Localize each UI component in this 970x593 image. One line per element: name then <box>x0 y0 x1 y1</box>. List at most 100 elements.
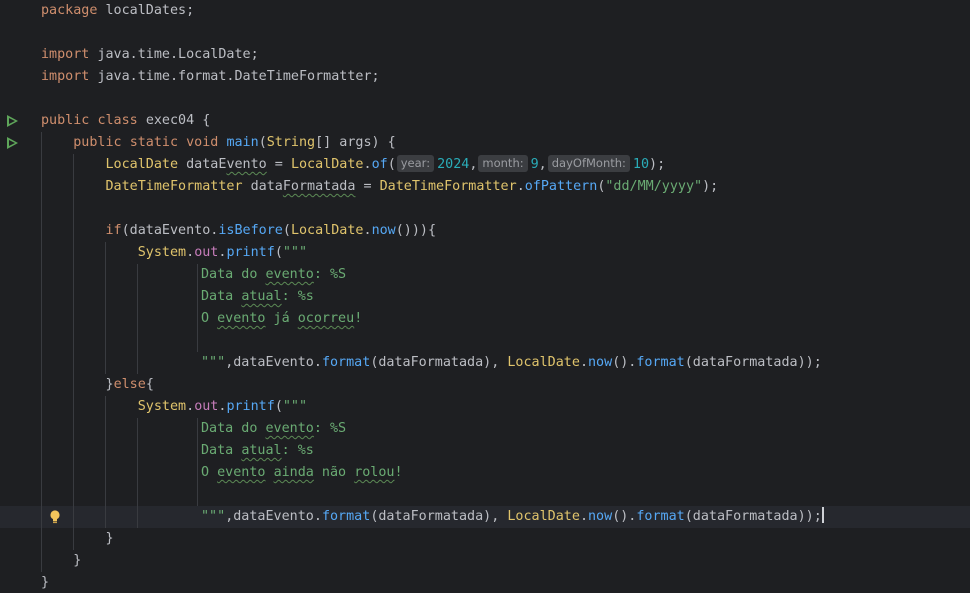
typo-underline: ocorreu <box>297 311 355 326</box>
expression: ,dataEvento. <box>225 509 322 524</box>
code-line[interactable]: } <box>41 572 49 593</box>
expression: (dataEvento. <box>121 223 219 238</box>
dot: . <box>363 157 372 172</box>
string-text: Data <box>201 443 242 458</box>
field-ref: out <box>194 399 219 414</box>
code-editor[interactable]: package localDates; import java.time.Loc… <box>0 0 970 593</box>
code-line[interactable]: } <box>41 550 81 572</box>
variable-name: data <box>250 179 283 194</box>
lightbulb-icon[interactable] <box>50 510 60 524</box>
code-line[interactable]: Data atual: %s <box>201 286 314 308</box>
code-line[interactable]: LocalDate dataEvento = LocalDate.of(year… <box>41 154 665 176</box>
dot: . <box>186 245 195 260</box>
code-line[interactable]: """,dataEvento.format(dataFormatada), Lo… <box>201 506 824 528</box>
indent-guide <box>137 264 138 374</box>
parameter-hint: year: <box>396 155 435 172</box>
method-call: format <box>321 355 371 370</box>
code-line[interactable]: import java.time.format.DateTimeFormatte… <box>41 66 380 88</box>
string-literal: "dd/MM/yyyy" <box>605 179 703 194</box>
dot: . <box>579 355 588 370</box>
typo-underline: atual <box>241 289 282 304</box>
operator: = <box>266 157 291 172</box>
string-literal: """ <box>201 355 226 370</box>
import-path: java.time.format.DateTimeFormatter; <box>97 69 380 84</box>
parameter-hint: dayOfMonth: <box>547 155 630 172</box>
keyword: import <box>41 69 90 84</box>
code-line[interactable]: public static void main(String[] args) { <box>41 132 396 154</box>
code-line[interactable]: O evento ainda não rolou! <box>201 462 403 484</box>
keyword: package <box>41 3 98 18</box>
dot: . <box>579 509 588 524</box>
paren: ); <box>702 179 719 194</box>
code-line[interactable]: System.out.printf(""" <box>41 242 307 264</box>
class-ref: LocalDate <box>507 509 580 524</box>
code-line[interactable]: if(dataEvento.isBefore(LocalDate.now()))… <box>41 220 437 242</box>
text-caret <box>821 507 824 523</box>
code-line[interactable]: DateTimeFormatter dataFormatada = DateTi… <box>41 176 719 198</box>
run-icon[interactable] <box>7 115 18 127</box>
number-literal: 2024 <box>437 157 470 172</box>
typo-underline: evento <box>217 311 266 326</box>
brace: { <box>145 377 154 392</box>
string-text: O <box>201 311 218 326</box>
code-line[interactable]: """,dataEvento.format(dataFormatada), Lo… <box>201 352 822 374</box>
code-line[interactable]: package localDates; <box>41 0 194 22</box>
comma: , <box>469 157 478 172</box>
paren: ( <box>274 245 283 260</box>
dot: . <box>186 399 195 414</box>
indent-guide <box>41 132 42 572</box>
typo-underline: Formatada <box>282 179 356 194</box>
brace: } <box>105 377 114 392</box>
string-text: Data do <box>201 267 266 282</box>
method-name: main <box>226 135 259 150</box>
code-line[interactable]: O evento já ocorreu! <box>201 308 362 330</box>
code-line[interactable]: }else{ <box>41 374 154 396</box>
expression: (dataFormatada), <box>370 355 508 370</box>
expression: (dataFormatada)); <box>684 509 822 524</box>
string-text: já <box>265 311 298 326</box>
package-name: localDates; <box>105 3 195 18</box>
indent-guide <box>197 264 198 352</box>
method-call: now <box>588 355 613 370</box>
keyword: public <box>73 135 122 150</box>
import-path: java.time.LocalDate; <box>97 47 259 62</box>
type-name: String <box>266 135 316 150</box>
string-text: : %s <box>281 443 314 458</box>
params: [] args) { <box>315 135 396 150</box>
keyword: public <box>41 113 90 128</box>
editor-gutter <box>0 0 30 593</box>
keyword: class <box>97 113 138 128</box>
indent-guide <box>197 418 198 506</box>
paren: ( <box>274 399 283 414</box>
brace: } <box>73 553 82 568</box>
code-line[interactable]: import java.time.LocalDate; <box>41 44 259 66</box>
string-literal: """ <box>282 399 308 414</box>
code-line[interactable]: public class exec04 { <box>41 110 210 132</box>
run-icon[interactable] <box>7 137 18 149</box>
paren: ( <box>282 223 291 238</box>
dot: . <box>516 179 525 194</box>
code-line[interactable]: } <box>41 528 114 550</box>
field-ref: out <box>194 245 219 260</box>
method-call: format <box>321 509 371 524</box>
expression: (dataFormatada), <box>370 509 508 524</box>
paren: ( <box>387 157 396 172</box>
string-text: ! <box>354 311 363 326</box>
typo-underline: atual <box>241 443 282 458</box>
code-line[interactable]: Data do evento: %S <box>201 264 346 286</box>
typo-underline: evento <box>265 421 314 436</box>
method-call: isBefore <box>218 223 283 238</box>
code-line[interactable]: Data do evento: %S <box>201 418 346 440</box>
string-text: Data <box>201 289 242 304</box>
method-call: now <box>588 509 613 524</box>
typo-underline: evento <box>265 267 314 282</box>
brace: } <box>41 575 50 590</box>
code-line[interactable]: System.out.printf(""" <box>41 396 307 418</box>
class-ref: LocalDate <box>290 223 364 238</box>
method-call: format <box>636 355 685 370</box>
number-literal: 9 <box>530 157 539 172</box>
expression: ,dataEvento. <box>225 355 322 370</box>
expression: (). <box>612 355 637 370</box>
code-line[interactable]: Data atual: %s <box>201 440 314 462</box>
method-call: ofPattern <box>524 179 598 194</box>
